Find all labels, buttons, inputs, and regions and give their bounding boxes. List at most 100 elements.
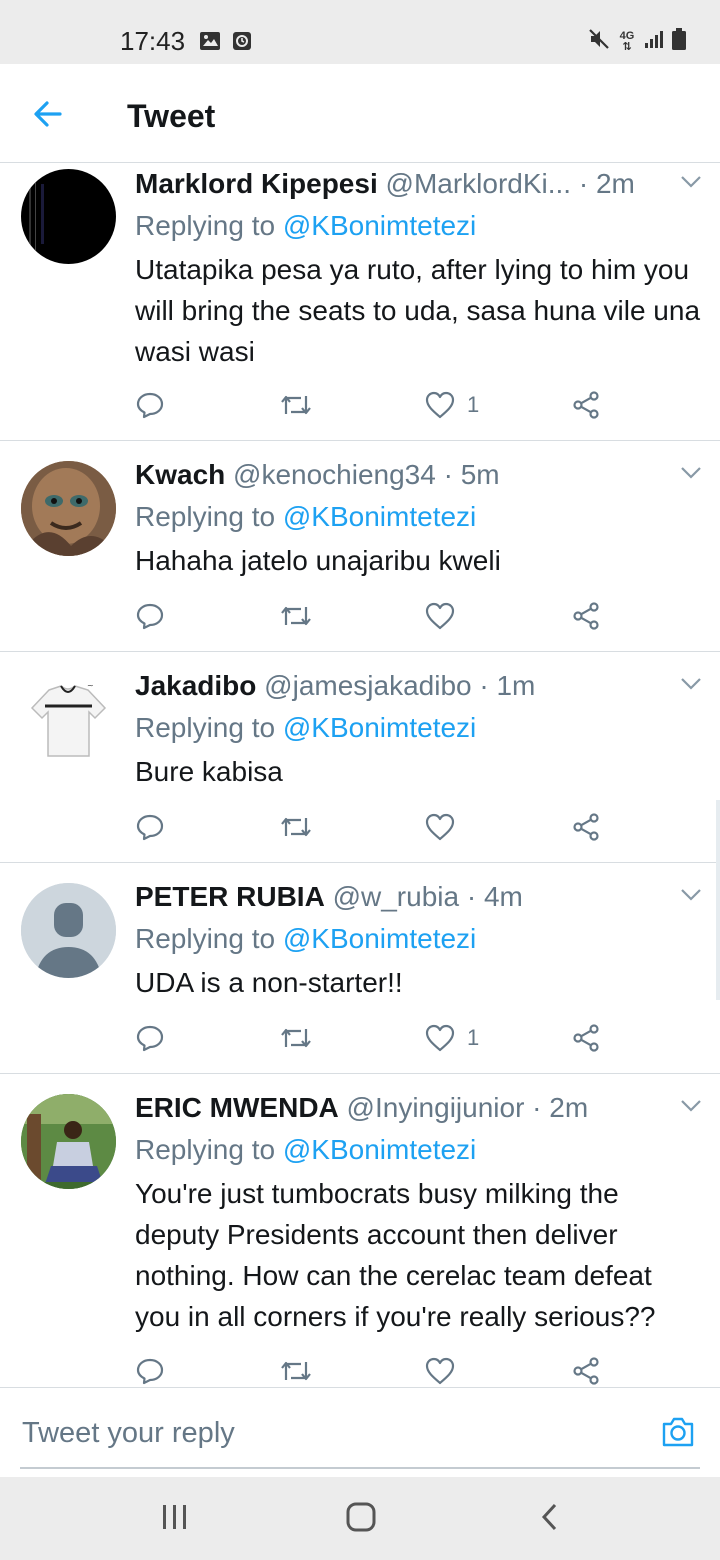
tweet-menu-button[interactable] bbox=[680, 677, 702, 691]
replying-to-link[interactable]: @KBonimtetezi bbox=[283, 923, 476, 954]
replying-to-label: Replying to bbox=[135, 210, 276, 241]
tweet-body: PETER RUBIA @w_rubia · 4m Replying to @K… bbox=[135, 876, 702, 1003]
tweet-menu-button[interactable] bbox=[680, 888, 702, 902]
share-icon bbox=[573, 1024, 599, 1052]
replying-to-link[interactable]: @KBonimtetezi bbox=[283, 210, 476, 241]
tweet-card[interactable]: ERIC MWENDA @Inyingijunior · 2m Replying… bbox=[0, 1074, 720, 1387]
chevron-down-icon bbox=[681, 1100, 701, 1112]
retweet-button[interactable] bbox=[279, 385, 313, 425]
replying-to-link[interactable]: @KBonimtetezi bbox=[283, 501, 476, 532]
retweet-button[interactable] bbox=[279, 596, 313, 636]
network-type-label: 4G ⇅ bbox=[619, 29, 635, 53]
tweet-text: Bure kabisa bbox=[135, 756, 283, 787]
default-person-icon bbox=[21, 883, 116, 978]
scrollbar[interactable] bbox=[716, 800, 720, 1000]
separator-dot: · bbox=[578, 168, 589, 199]
share-button[interactable] bbox=[571, 1018, 601, 1058]
avatar[interactable] bbox=[21, 461, 116, 556]
retweet-icon bbox=[281, 1028, 311, 1048]
camera-button[interactable] bbox=[660, 1414, 696, 1450]
share-button[interactable] bbox=[571, 1351, 601, 1391]
tweet-text: You're just tumbocrats busy milking the … bbox=[135, 1178, 656, 1332]
home-icon bbox=[346, 1502, 376, 1532]
tweet-header: Jakadibo @jamesjakadibo · 1m bbox=[135, 665, 702, 707]
tweet-text: UDA is a non-starter!! bbox=[135, 967, 403, 998]
author-name[interactable]: Jakadibo bbox=[135, 670, 256, 701]
reply-button[interactable] bbox=[135, 596, 165, 636]
retweet-button[interactable] bbox=[279, 1018, 313, 1058]
chevron-down-icon bbox=[681, 889, 701, 901]
share-icon bbox=[573, 1357, 599, 1385]
avatar[interactable] bbox=[21, 1094, 116, 1189]
status-time: 17:43 bbox=[120, 26, 186, 56]
replying-to-line: Replying to @KBonimtetezi bbox=[135, 707, 702, 749]
tweet-header: ERIC MWENDA @Inyingijunior · 2m bbox=[135, 1087, 702, 1129]
reply-button[interactable] bbox=[135, 1351, 165, 1391]
like-count: 1 bbox=[467, 1025, 480, 1050]
like-button[interactable] bbox=[425, 807, 467, 847]
avatar[interactable] bbox=[21, 169, 116, 264]
like-button[interactable]: 1 bbox=[425, 1018, 479, 1058]
avatar[interactable] bbox=[21, 883, 116, 978]
retweet-icon bbox=[281, 395, 311, 415]
input-underline bbox=[20, 1467, 700, 1469]
author-handle[interactable]: @w_rubia bbox=[333, 881, 459, 912]
like-button[interactable] bbox=[425, 1351, 467, 1391]
back-navigation-button[interactable] bbox=[538, 1502, 562, 1537]
retweet-button[interactable] bbox=[279, 807, 313, 847]
author-handle[interactable]: @kenochieng34 bbox=[233, 459, 436, 490]
separator-dot: · bbox=[466, 881, 477, 912]
tweet-actions bbox=[135, 596, 615, 636]
replying-to-line: Replying to @KBonimtetezi bbox=[135, 496, 702, 538]
signal-icon bbox=[644, 29, 664, 54]
tweet-card[interactable]: Kwach @kenochieng34 · 5m Replying to @KB… bbox=[0, 441, 720, 652]
replying-to-link[interactable]: @KBonimtetezi bbox=[283, 712, 476, 743]
home-button[interactable] bbox=[345, 1502, 377, 1537]
tweet-time: 1m bbox=[496, 670, 536, 701]
tweet-card[interactable]: PETER RUBIA @w_rubia · 4m Replying to @K… bbox=[0, 863, 720, 1074]
like-button[interactable] bbox=[425, 596, 467, 636]
chevron-down-icon bbox=[681, 467, 701, 479]
retweet-button[interactable] bbox=[279, 1351, 313, 1391]
status-bar: 17:43 4G ⇅ bbox=[0, 0, 720, 64]
tweet-card[interactable]: Marklord Kipepesi @MarklordKi... · 2m Re… bbox=[0, 163, 720, 441]
author-name[interactable]: Kwach bbox=[135, 459, 225, 490]
share-button[interactable] bbox=[571, 596, 601, 636]
share-button[interactable] bbox=[571, 807, 601, 847]
author-handle[interactable]: @MarklordKi... bbox=[386, 168, 572, 199]
back-button[interactable] bbox=[30, 96, 66, 132]
top-app-bar: Tweet bbox=[0, 64, 720, 163]
tweet-menu-button[interactable] bbox=[680, 1099, 702, 1113]
replying-to-label: Replying to bbox=[135, 923, 276, 954]
author-name[interactable]: ERIC MWENDA bbox=[135, 1092, 339, 1123]
author-handle[interactable]: @jamesjakadibo bbox=[264, 670, 471, 701]
retweet-icon bbox=[281, 1361, 311, 1381]
separator-dot: · bbox=[443, 459, 453, 490]
author-name[interactable]: Marklord Kipepesi bbox=[135, 168, 378, 199]
svg-text:~: ~ bbox=[87, 681, 94, 690]
comment-icon bbox=[136, 814, 164, 841]
chevron-down-icon bbox=[681, 176, 701, 188]
page-title: Tweet bbox=[127, 98, 216, 134]
tweet-menu-button[interactable] bbox=[680, 175, 702, 189]
comment-icon bbox=[136, 1025, 164, 1052]
reply-input[interactable] bbox=[22, 1410, 622, 1456]
author-handle[interactable]: @Inyingijunior bbox=[347, 1092, 525, 1123]
tweet-text: Hahaha jatelo unajaribu kweli bbox=[135, 545, 501, 576]
recent-apps-button[interactable] bbox=[160, 1502, 190, 1537]
tweet-card[interactable]: ~ Jakadibo @jamesjakadibo · 1m Replying … bbox=[0, 652, 720, 863]
like-button[interactable]: 1 bbox=[425, 385, 479, 425]
avatar[interactable]: ~ bbox=[21, 672, 116, 767]
reply-button[interactable] bbox=[135, 807, 165, 847]
back-chevron-icon bbox=[541, 1503, 557, 1531]
replying-to-link[interactable]: @KBonimtetezi bbox=[283, 1134, 476, 1165]
tweet-body: ERIC MWENDA @Inyingijunior · 2m Replying… bbox=[135, 1087, 702, 1337]
share-icon bbox=[573, 813, 599, 841]
reply-button[interactable] bbox=[135, 1018, 165, 1058]
author-name[interactable]: PETER RUBIA bbox=[135, 881, 325, 912]
reply-button[interactable] bbox=[135, 385, 165, 425]
tweet-menu-button[interactable] bbox=[680, 466, 702, 480]
share-button[interactable] bbox=[571, 385, 601, 425]
heart-icon bbox=[425, 602, 455, 630]
reply-composer bbox=[0, 1387, 720, 1477]
